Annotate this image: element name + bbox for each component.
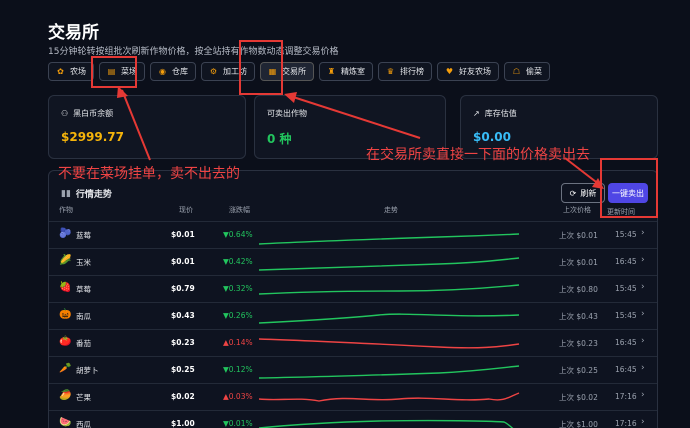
annotation-arrows bbox=[117, 86, 604, 189]
